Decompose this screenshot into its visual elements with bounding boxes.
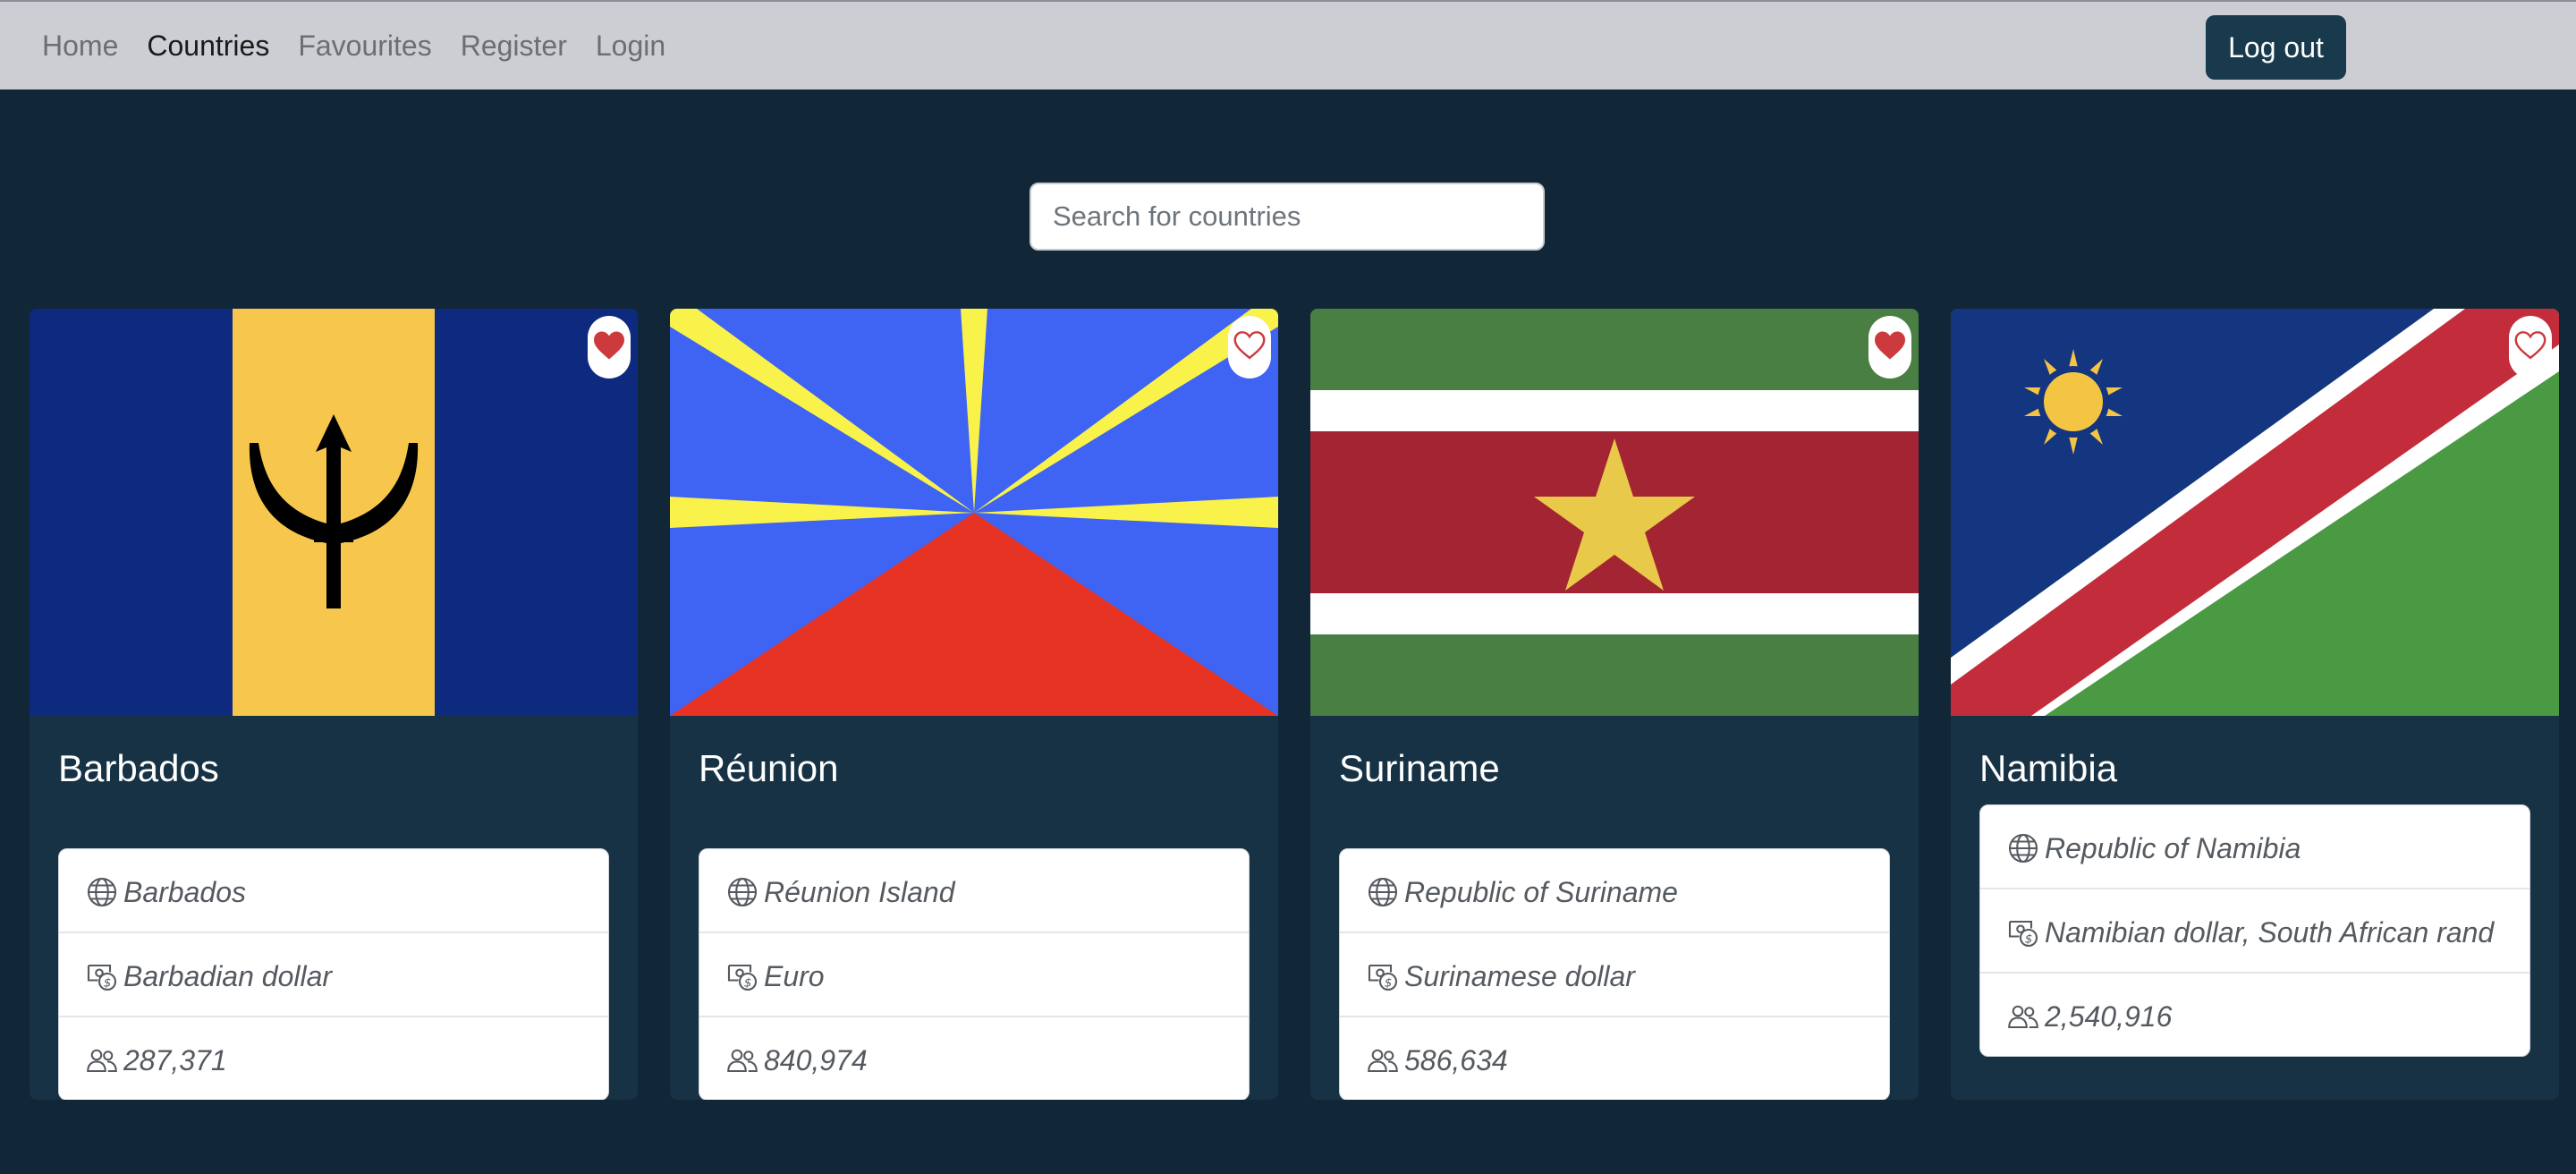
flag-reunion <box>670 309 1278 716</box>
country-name: Barbados <box>58 747 219 789</box>
search-container <box>1030 183 1545 251</box>
favourite-button[interactable] <box>1228 316 1271 379</box>
currency: Euro <box>764 960 825 992</box>
heart-icon <box>1873 330 1907 365</box>
cash-coin-icon: $ <box>2007 916 2039 949</box>
heart-icon <box>1233 330 1267 365</box>
flag-barbados <box>30 309 638 716</box>
population: 287,371 <box>123 1044 227 1076</box>
population: 840,974 <box>764 1044 868 1076</box>
country-name: Réunion <box>699 747 839 789</box>
globe-icon <box>726 876 758 908</box>
nav-countries[interactable]: Countries <box>147 30 269 63</box>
svg-text:$: $ <box>104 975 112 990</box>
currency-row: $ Euro <box>699 933 1249 1017</box>
population-row: 2,540,916 <box>1980 974 2529 1056</box>
official-name: Republic of Namibia <box>2045 832 2301 864</box>
currency-row: $ Surinamese dollar <box>1340 933 1889 1017</box>
official-name-row: Réunion Island <box>699 849 1249 933</box>
flag-suriname <box>1310 309 1919 716</box>
official-name: Réunion Island <box>764 876 955 908</box>
population: 2,540,916 <box>2045 1000 2173 1033</box>
official-name-row: Republic of Suriname <box>1340 849 1889 933</box>
country-card-reunion: Réunion Réunion Island $ Euro 840,974 <box>670 309 1278 1100</box>
country-info-list: Republic of Suriname $ Surinamese dollar… <box>1339 848 1890 1100</box>
official-name-row: Republic of Namibia <box>1980 805 2529 889</box>
currency: Namibian dollar, South African rand <box>2045 916 2495 949</box>
currency-row: $ Barbadian dollar <box>59 933 608 1017</box>
cash-coin-icon: $ <box>86 960 118 992</box>
currency: Surinamese dollar <box>1404 960 1635 992</box>
country-name: Namibia <box>1979 747 2118 789</box>
population: 586,634 <box>1404 1044 1508 1076</box>
flag-namibia <box>1951 309 2559 716</box>
cash-coin-icon: $ <box>726 960 758 992</box>
favourite-button[interactable] <box>2509 316 2552 379</box>
cash-coin-icon: $ <box>1367 960 1399 992</box>
people-icon <box>2007 1000 2039 1033</box>
country-name: Suriname <box>1339 747 1500 789</box>
nav-register[interactable]: Register <box>461 30 567 63</box>
country-card-barbados: Barbados Barbados $ Barbadian dollar 287… <box>30 309 638 1100</box>
population-row: 287,371 <box>59 1017 608 1100</box>
navbar: Home Countries Favourites Register Login… <box>0 0 2576 89</box>
svg-text:$: $ <box>744 975 752 990</box>
heart-icon <box>2513 330 2547 365</box>
globe-icon <box>86 876 118 908</box>
country-info-list: Réunion Island $ Euro 840,974 <box>699 848 1250 1100</box>
country-card-suriname: Suriname Republic of Suriname $ Suriname… <box>1310 309 1919 1100</box>
population-row: 586,634 <box>1340 1017 1889 1100</box>
nav-login[interactable]: Login <box>596 30 665 63</box>
svg-text:$: $ <box>2025 932 2033 946</box>
country-info-list: Barbados $ Barbadian dollar 287,371 <box>58 848 609 1100</box>
country-info-list: Republic of Namibia $ Namibian dollar, S… <box>1979 804 2530 1057</box>
currency-row: $ Namibian dollar, South African rand <box>1980 889 2529 974</box>
nav-links: Home Countries Favourites Register Login <box>42 30 694 63</box>
official-name: Republic of Suriname <box>1404 876 1678 908</box>
favourite-button[interactable] <box>588 316 631 379</box>
svg-text:$: $ <box>1385 975 1393 990</box>
globe-icon <box>1367 876 1399 908</box>
country-card-namibia: Namibia Republic of Namibia $ Namibian d… <box>1951 309 2559 1100</box>
people-icon <box>86 1044 118 1076</box>
favourite-button[interactable] <box>1868 316 1911 379</box>
globe-icon <box>2007 832 2039 864</box>
currency: Barbadian dollar <box>123 960 333 992</box>
people-icon <box>726 1044 758 1076</box>
nav-home[interactable]: Home <box>42 30 118 63</box>
search-input[interactable] <box>1030 183 1545 251</box>
population-row: 840,974 <box>699 1017 1249 1100</box>
official-name: Barbados <box>123 876 246 908</box>
heart-icon <box>592 330 626 365</box>
nav-favourites[interactable]: Favourites <box>298 30 431 63</box>
logout-button[interactable]: Log out <box>2206 15 2346 80</box>
people-icon <box>1367 1044 1399 1076</box>
official-name-row: Barbados <box>59 849 608 933</box>
